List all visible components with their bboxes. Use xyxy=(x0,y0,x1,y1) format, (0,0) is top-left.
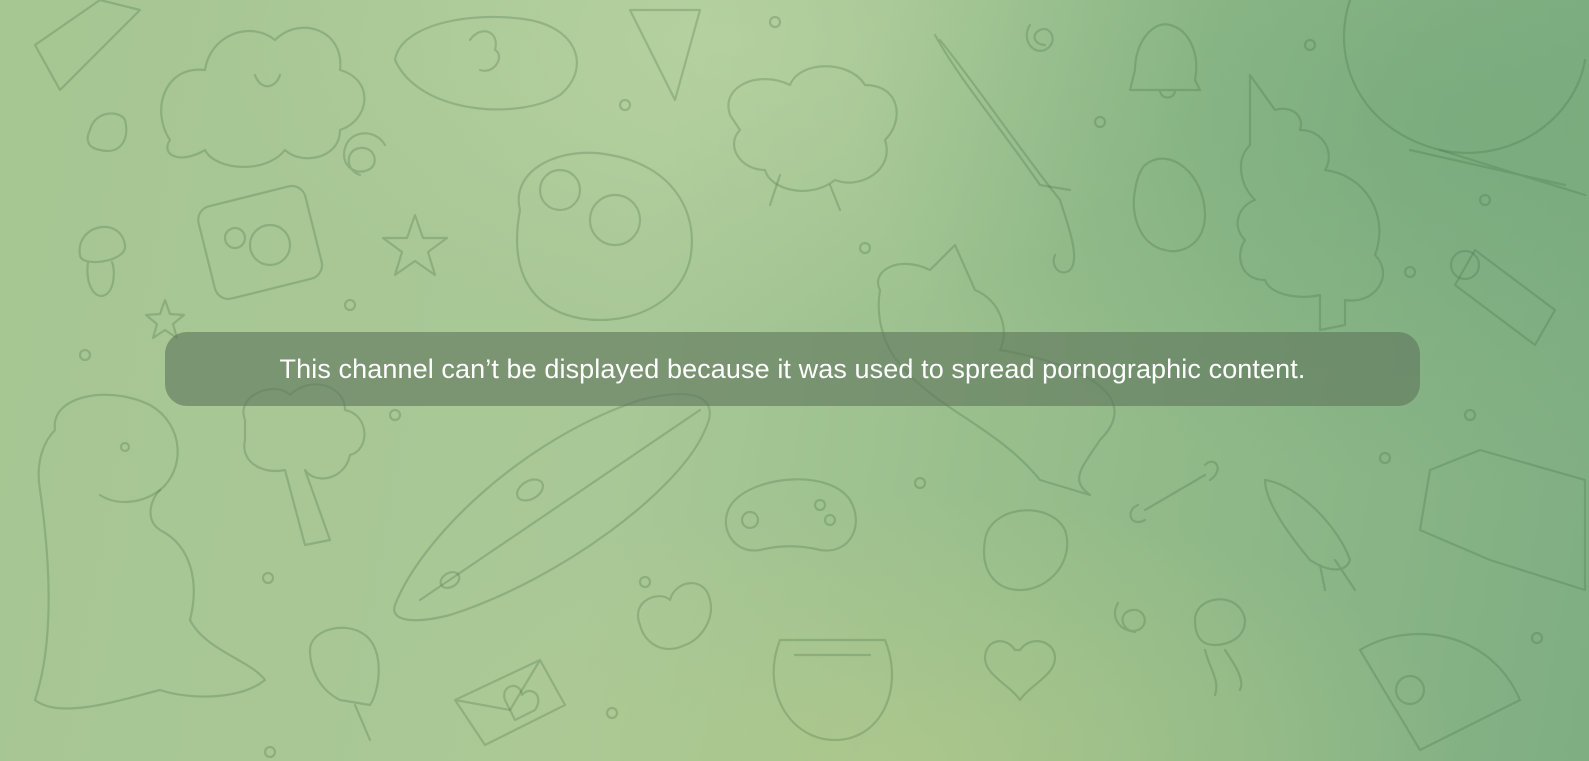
sheep-doodle xyxy=(727,65,898,192)
star-doodle xyxy=(144,298,186,340)
balloon-doodle xyxy=(1342,0,1587,155)
flashlight-doodle xyxy=(1453,248,1557,347)
camera-doodle xyxy=(197,184,324,301)
broccoli-doodle xyxy=(242,383,366,547)
squid-doodle xyxy=(1263,478,1357,592)
heart-doodle xyxy=(983,640,1057,702)
channel-unavailable-notice: This channel can’t be displayed because … xyxy=(165,332,1420,406)
gamepad-doodle xyxy=(724,478,857,552)
shell-doodle xyxy=(982,509,1069,592)
spiral-doodle xyxy=(342,132,387,177)
mushroom-doodle xyxy=(78,225,127,298)
pizza-doodle xyxy=(1358,632,1522,752)
broccoli-doodle xyxy=(160,26,366,169)
spiral-doodle xyxy=(1113,601,1146,634)
popsicle-doodle xyxy=(308,626,380,742)
spiral-doodle xyxy=(1025,23,1054,52)
bell-doodle xyxy=(1128,23,1202,99)
egg-doodle xyxy=(1132,157,1207,253)
envelope-doodle xyxy=(453,658,567,747)
chat-background: This channel can’t be displayed because … xyxy=(0,0,1589,761)
map-doodle xyxy=(1418,448,1587,592)
chick-doodle xyxy=(636,582,713,650)
notice-text: This channel can’t be displayed because … xyxy=(279,353,1306,384)
tree-doodle xyxy=(1236,73,1385,332)
jellyfish-doodle xyxy=(1193,598,1247,697)
star-doodle xyxy=(381,213,449,277)
box-doodle xyxy=(33,0,142,92)
icecream-doodle xyxy=(628,8,702,102)
leaf-doodle xyxy=(86,112,128,153)
bone-doodle xyxy=(1129,460,1219,523)
dinosaur-doodle xyxy=(33,393,267,710)
